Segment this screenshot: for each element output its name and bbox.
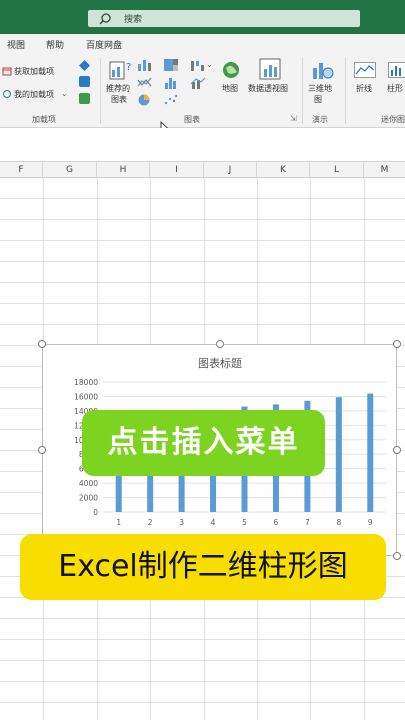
y-tick-label: 4000 [79,479,98,488]
formula-area [0,128,405,162]
get-addins-button[interactable]: 获取加载项 [14,66,54,77]
my-addins-icon [3,90,11,98]
chart-title[interactable]: 图表标题 [198,356,242,370]
more-charts-chevron-icon[interactable]: ⌄ [206,60,213,69]
excel-window: 搜索 视图 帮助 百度网盘 获取加载项 我的加载项 ⌄ 加载项 ? 推荐的 图表… [0,0,405,720]
3d-map-label-2[interactable]: 图 [314,94,322,105]
ribbon-tabs: 视图 帮助 百度网盘 [0,34,405,54]
my-addins-button[interactable]: 我的加载项 [14,89,54,100]
store-icon [2,67,12,76]
people-graph-icon[interactable] [79,93,90,104]
sparkline-line-icon [354,62,376,78]
title-bar: 搜索 [0,0,405,34]
bar-9[interactable] [367,393,374,512]
statistic-chart-icon[interactable] [163,76,179,90]
column-header-m[interactable]: M [364,162,405,178]
bar-8[interactable] [335,397,342,512]
3d-map-label-1[interactable]: 三维地 [308,83,332,94]
pivot-chart-button[interactable]: 数据透视图 [248,83,288,94]
y-tick-label: 18000 [74,378,98,387]
y-tick-label: 0 [93,508,98,517]
column-header-f[interactable]: F [0,162,43,178]
sparkline-line-button[interactable]: 折线 [356,83,372,94]
pivot-chart-icon [259,58,281,80]
search-box[interactable]: 搜索 [88,10,360,27]
tab-help[interactable]: 帮助 [46,38,64,51]
resize-handle[interactable] [393,552,401,560]
x-tick-label: 1 [116,518,121,527]
sparkline-column-icon [388,62,405,78]
visio-icon[interactable] [79,60,90,71]
resize-handle[interactable] [393,340,401,348]
addins-group-label: 加载项 [32,115,56,124]
bing-maps-icon[interactable] [79,76,90,87]
column-headers: F G H I J K L M [0,162,405,178]
combo-chart-icon[interactable] [190,76,206,90]
resize-handle[interactable] [38,340,46,348]
scatter-chart-icon[interactable] [163,93,179,107]
demo-group-label: 演示 [312,115,328,124]
search-placeholder: 搜索 [124,15,143,25]
column-header-i[interactable]: I [150,162,204,178]
column-header-j[interactable]: J [204,162,257,178]
x-tick-label: 9 [368,518,373,527]
x-tick-label: 7 [305,518,310,527]
x-tick-label: 8 [336,518,341,527]
line-chart-icon[interactable] [137,76,153,90]
x-tick-label: 3 [179,518,184,527]
ribbon: 获取加载项 我的加载项 ⌄ 加载项 ? 推荐的 图表 ⌄ 地图 数据透视图 图表… [0,54,405,128]
recommended-charts-label-1[interactable]: 推荐的 [106,83,130,94]
svg-text:?: ? [126,62,131,73]
ribbon-divider [100,58,101,124]
recommended-charts-label-2[interactable]: 图表 [111,94,127,105]
charts-group-label: 图表 [184,115,200,124]
x-tick-label: 2 [148,518,153,527]
tutorial-title-caption: Excel制作二维柱形图 [20,534,386,600]
x-tick-label: 6 [274,518,279,527]
sparklines-group-label: 迷你图 [381,115,405,124]
sparkline-column-button[interactable]: 柱形 [387,83,403,94]
chevron-down-icon[interactable]: ⌄ [61,89,68,98]
column-header-l[interactable]: L [310,162,364,178]
waterfall-chart-icon[interactable] [190,58,206,72]
recommended-charts-icon: ? [109,61,131,80]
ribbon-divider [345,58,346,124]
pie-chart-icon[interactable] [137,93,151,107]
map-chart-icon [223,62,239,78]
dialog-launcher-icon[interactable]: ⇲ [290,114,297,123]
resize-handle[interactable] [393,446,401,454]
tab-view[interactable]: 视图 [7,38,25,51]
ribbon-divider [302,58,303,124]
resize-handle[interactable] [38,446,46,454]
tab-baidu-netdisk[interactable]: 百度网盘 [86,38,122,51]
click-insert-menu-caption: 点击插入菜单 [82,410,325,476]
column-header-g[interactable]: G [43,162,97,178]
hierarchy-chart-icon[interactable] [163,58,179,72]
y-tick-label: 2000 [79,494,98,503]
resize-handle[interactable] [216,340,224,348]
search-icon [99,12,111,24]
map-chart-button[interactable]: 地图 [222,83,238,94]
column-header-k[interactable]: K [257,162,310,178]
3d-map-icon [313,63,334,79]
column-header-h[interactable]: H [97,162,150,178]
x-tick-label: 4 [211,518,216,527]
column-chart-icon[interactable] [137,58,153,72]
x-tick-label: 5 [242,518,247,527]
y-tick-label: 16000 [74,392,98,401]
